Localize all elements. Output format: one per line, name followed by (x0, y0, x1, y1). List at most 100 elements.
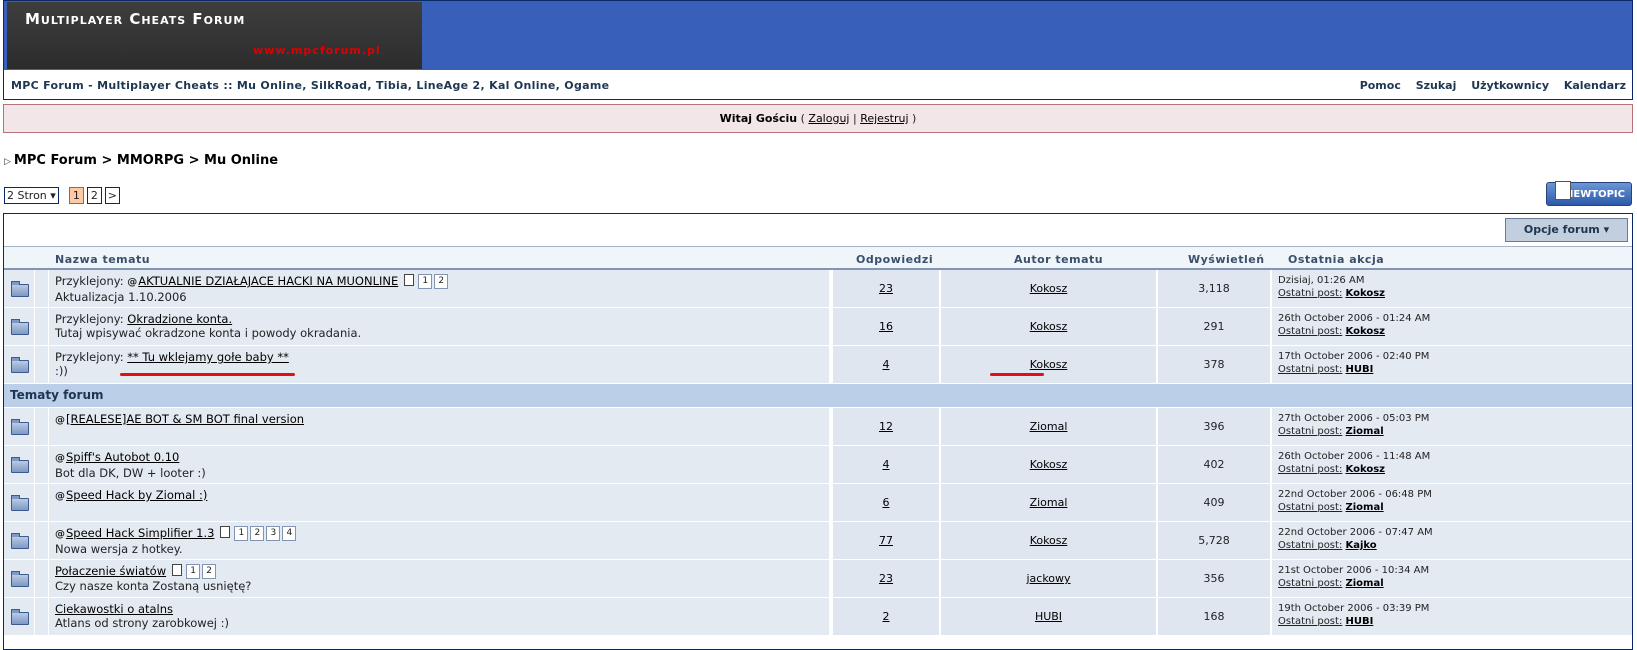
last-post-label[interactable]: Ostatni post: (1278, 540, 1342, 551)
last-post-user[interactable]: Kokosz (1346, 326, 1385, 337)
topic-title-link[interactable]: Ciekawostki o atalns (55, 602, 173, 616)
last-post-label[interactable]: Ostatni post: (1278, 364, 1342, 375)
author-link[interactable]: Kokosz (1030, 282, 1068, 295)
site-description: MPC Forum - Multiplayer Cheats :: Mu Onl… (11, 79, 610, 92)
topic-last-action: 26th October 2006 - 01:24 AM Ostatni post… (1272, 308, 1632, 345)
last-post-user[interactable]: Ziomal (1346, 578, 1384, 589)
topic-title-link[interactable]: ** Tu wklejamy gołe baby ** (127, 350, 289, 364)
topic-row: @Speed Hack Simplifier 1.3 1 2 3 4 Nowa wersj… (4, 522, 1632, 560)
nav-help[interactable]: Pomoc (1360, 79, 1401, 92)
topic-title-link[interactable]: Okradzione konta. (127, 312, 232, 326)
last-post-user[interactable]: Kokosz (1346, 288, 1385, 299)
replies-link[interactable]: 4 (883, 358, 890, 371)
topic-title-link[interactable]: Speed Hack Simplifier 1.3 (66, 526, 214, 540)
topic-last-action: 21st October 2006 - 10:34 AM Ostatni post… (1272, 560, 1632, 597)
author-link[interactable]: Kokosz (1030, 534, 1068, 547)
col-last-action[interactable]: Ostatnia akcja (1288, 253, 1384, 266)
topic-title-link[interactable]: AKTUALNIE DZIAŁAJACE HACKI NA MUONLINE (138, 274, 398, 288)
col-views[interactable]: Wyświetleń (1188, 253, 1265, 266)
last-post-date: 22nd October 2006 - 06:48 PM (1278, 489, 1432, 500)
last-post-label[interactable]: Ostatni post: (1278, 326, 1342, 337)
topic-page-link[interactable]: 4 (282, 526, 297, 541)
page-next[interactable]: > (104, 187, 120, 204)
breadcrumb-forum[interactable]: Mu Online (204, 153, 278, 168)
col-title[interactable]: Nazwa tematu (55, 253, 150, 266)
last-post-label[interactable]: Ostatni post: (1278, 616, 1342, 627)
col-replies[interactable]: Odpowiedzi (856, 253, 933, 266)
nav-search[interactable]: Szukaj (1416, 79, 1457, 92)
topic-replies: 4 (833, 446, 939, 483)
replies-link[interactable]: 4 (883, 458, 890, 471)
last-post-user[interactable]: Ziomal (1346, 426, 1384, 437)
topic-page-link[interactable]: 1 (234, 526, 249, 541)
last-post-user[interactable]: Ziomal (1346, 502, 1384, 513)
topic-last-action: 22nd October 2006 - 07:47 AM Ostatni post… (1272, 522, 1632, 559)
topic-title-link[interactable]: Połaczenie światów (55, 564, 166, 578)
breadcrumb-home[interactable]: MPC Forum (14, 153, 97, 168)
last-post-user[interactable]: Kajko (1346, 540, 1377, 551)
banner-bar: Multiplayer Cheats Forum www.mpcforum.pl (4, 1, 1632, 70)
author-link[interactable]: Ziomal (1030, 496, 1068, 509)
login-link[interactable]: Zaloguj (808, 112, 849, 125)
topic-views: 3,118 (1158, 270, 1270, 307)
author-link[interactable]: jackowy (1026, 572, 1070, 585)
author-link[interactable]: Kokosz (1030, 458, 1068, 471)
topic-page-link[interactable]: 2 (202, 564, 217, 579)
replies-link[interactable]: 2 (883, 610, 890, 623)
topic-author: jackowy (941, 560, 1156, 597)
replies-link[interactable]: 23 (879, 282, 893, 295)
breadcrumb-category[interactable]: MMORPG (117, 153, 184, 168)
nav-calendar[interactable]: Kalendarz (1564, 79, 1626, 92)
register-link[interactable]: Rejestruj (860, 112, 908, 125)
forum-header: Multiplayer Cheats Forum www.mpcforum.pl… (3, 0, 1633, 100)
folder-icon (11, 457, 29, 473)
replies-link[interactable]: 23 (879, 572, 893, 585)
last-post-label[interactable]: Ostatni post: (1278, 464, 1342, 475)
pinned-prefix: Przyklejony: (55, 312, 124, 326)
new-topic-button[interactable]: NEWTOPIC (1546, 181, 1632, 206)
last-post-user[interactable]: Kokosz (1346, 464, 1385, 475)
replies-link[interactable]: 16 (879, 320, 893, 333)
nav-members[interactable]: Użytkownicy (1471, 79, 1549, 92)
pages-dropdown[interactable]: 2 Stron ▾ (4, 187, 59, 204)
topic-page-link[interactable]: 1 (186, 564, 201, 579)
forum-options-button[interactable]: Opcje forum ▾ (1505, 218, 1628, 242)
topic-replies: 2 (833, 598, 939, 635)
last-post-label[interactable]: Ostatni post: (1278, 288, 1342, 299)
replies-link[interactable]: 6 (883, 496, 890, 509)
col-author[interactable]: Autor tematu (1014, 253, 1103, 266)
topic-title-link[interactable]: Speed Hack by Ziomal :) (66, 488, 207, 502)
folder-icon (11, 281, 29, 297)
topic-status-cell (4, 346, 34, 383)
last-post-user[interactable]: HUBI (1346, 616, 1374, 627)
folder-icon (11, 533, 29, 549)
author-link[interactable]: HUBI (1035, 610, 1062, 623)
topic-status-cell (4, 522, 34, 559)
topic-page-link[interactable]: 2 (434, 274, 449, 289)
page-link[interactable]: 2 (86, 187, 102, 204)
author-link[interactable]: Kokosz (1030, 358, 1068, 371)
topic-page-link[interactable]: 3 (266, 526, 281, 541)
replies-link[interactable]: 12 (879, 420, 893, 433)
replies-link[interactable]: 77 (879, 534, 893, 547)
folder-icon (11, 609, 29, 625)
topic-replies: 16 (833, 308, 939, 345)
topic-author: Kokosz (941, 446, 1156, 483)
topic-icon-cell (35, 408, 48, 445)
pinned-topic-row: Przyklejony: @AKTUALNIE DZIAŁAJACE HACKI… (4, 270, 1632, 308)
document-icon (1555, 181, 1571, 200)
last-post-label[interactable]: Ostatni post: (1278, 426, 1342, 437)
last-post-user[interactable]: HUBI (1346, 364, 1374, 375)
lock-icon: @ (55, 415, 65, 426)
last-post-label[interactable]: Ostatni post: (1278, 502, 1342, 513)
topic-description: Atlans od strony zarobkowej :) (55, 616, 229, 630)
author-link[interactable]: Ziomal (1030, 420, 1068, 433)
forum-logo[interactable]: Multiplayer Cheats Forum www.mpcforum.pl (7, 2, 422, 69)
last-post-label[interactable]: Ostatni post: (1278, 578, 1342, 589)
topic-title-link[interactable]: [REALESE]AE BOT & SM BOT final version (66, 412, 304, 426)
author-link[interactable]: Kokosz (1030, 320, 1068, 333)
topic-title-link[interactable]: Spiff's Autobot 0.10 (66, 450, 179, 464)
topic-page-link[interactable]: 2 (250, 526, 265, 541)
topic-page-link[interactable]: 1 (418, 274, 433, 289)
topic-title-cell: @[REALESE]AE BOT & SM BOT final version (49, 408, 829, 445)
